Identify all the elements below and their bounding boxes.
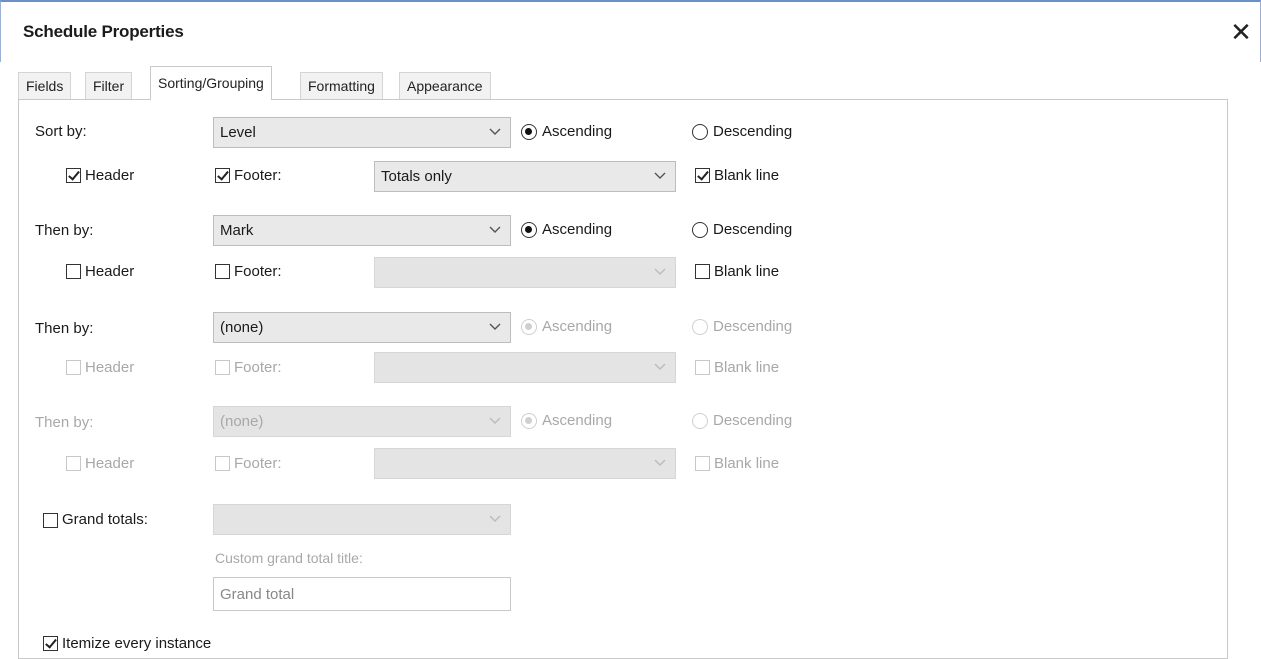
tab-appearance[interactable]: Appearance	[399, 72, 491, 99]
then-by-3-label: Then by:	[35, 414, 94, 431]
sort-by-blank-line-checkbox[interactable]	[695, 168, 710, 183]
chevron-down-icon	[488, 319, 502, 333]
then-by-1-blank-line-checkbox[interactable]	[695, 264, 710, 279]
chevron-down-icon	[653, 168, 667, 182]
sort-by-footer-checkbox[interactable]	[215, 168, 230, 183]
sorting-grouping-panel: Sort by: Level Ascending Descending Head…	[18, 99, 1228, 659]
tab-filter[interactable]: Filter	[85, 72, 133, 99]
itemize-every-instance-checkbox[interactable]	[43, 636, 58, 651]
sort-by-footer-value: Totals only	[381, 168, 452, 185]
chevron-down-icon	[653, 455, 667, 469]
custom-grand-total-title-input[interactable]	[214, 578, 510, 610]
sort-by-label: Sort by:	[35, 123, 87, 140]
grand-totals-label: Grand totals:	[62, 511, 148, 528]
then-by-1-ascending-radio[interactable]	[521, 222, 537, 238]
tab-sorting-grouping[interactable]: Sorting/Grouping	[150, 66, 272, 100]
then-by-1-footer-label: Footer:	[234, 263, 282, 280]
then-by-2-descending-label: Descending	[713, 318, 793, 335]
sort-by-header-label: Header	[85, 167, 135, 184]
sort-by-blank-line-label: Blank line	[714, 167, 780, 184]
then-by-2-header-label: Header	[85, 359, 135, 376]
tab-formatting[interactable]: Formatting	[300, 72, 383, 99]
title-bar: Schedule Properties ✕	[0, 0, 1261, 62]
then-by-3-blank-line-checkbox	[695, 456, 710, 471]
sort-by-descending-radio[interactable]	[692, 124, 708, 140]
sort-by-ascending-label: Ascending	[542, 123, 613, 140]
sort-by-header-checkbox[interactable]	[66, 168, 81, 183]
then-by-2-label: Then by:	[35, 320, 94, 337]
sort-by-field-value: Level	[220, 124, 256, 141]
then-by-3-field-dropdown: (none)	[213, 406, 511, 437]
then-by-2-field-value: (none)	[220, 319, 264, 336]
then-by-1-footer-dropdown	[374, 257, 676, 288]
then-by-2-footer-label: Footer:	[234, 359, 282, 376]
then-by-3-field-value: (none)	[220, 413, 264, 430]
then-by-1-ascending-label: Ascending	[542, 221, 613, 238]
grand-totals-dropdown	[213, 504, 511, 535]
chevron-down-icon	[653, 359, 667, 373]
then-by-3-ascending-label: Ascending	[542, 412, 613, 429]
then-by-3-descending-radio	[692, 413, 708, 429]
then-by-1-footer-checkbox[interactable]	[215, 264, 230, 279]
chevron-down-icon	[488, 511, 502, 525]
then-by-1-header-checkbox[interactable]	[66, 264, 81, 279]
then-by-2-footer-checkbox	[215, 360, 230, 375]
then-by-3-header-label: Header	[85, 455, 135, 472]
then-by-2-field-dropdown[interactable]: (none)	[213, 312, 511, 343]
close-icon[interactable]: ✕	[1223, 14, 1259, 50]
then-by-1-descending-radio[interactable]	[692, 222, 708, 238]
then-by-3-footer-checkbox	[215, 456, 230, 471]
sort-by-footer-dropdown[interactable]: Totals only	[374, 161, 676, 192]
then-by-3-footer-label: Footer:	[234, 455, 282, 472]
then-by-3-ascending-radio	[521, 413, 537, 429]
chevron-down-icon	[488, 222, 502, 236]
itemize-every-instance-label: Itemize every instance	[62, 635, 212, 652]
sort-by-descending-label: Descending	[713, 123, 793, 140]
chevron-down-icon	[653, 264, 667, 278]
then-by-2-header-checkbox	[66, 360, 81, 375]
then-by-1-descending-label: Descending	[713, 221, 793, 238]
then-by-3-header-checkbox	[66, 456, 81, 471]
then-by-1-header-label: Header	[85, 263, 135, 280]
grand-totals-checkbox[interactable]	[43, 513, 58, 528]
custom-grand-total-title-label: Custom grand total title:	[215, 550, 363, 566]
then-by-3-footer-dropdown	[374, 448, 676, 479]
then-by-1-label: Then by:	[35, 222, 94, 239]
dialog-title: Schedule Properties	[23, 22, 184, 41]
chevron-down-icon	[488, 124, 502, 138]
then-by-2-descending-radio	[692, 319, 708, 335]
then-by-2-blank-line-label: Blank line	[714, 359, 780, 376]
chevron-down-icon	[488, 413, 502, 427]
then-by-2-footer-dropdown	[374, 352, 676, 383]
sort-by-ascending-radio[interactable]	[521, 124, 537, 140]
sort-by-field-dropdown[interactable]: Level	[213, 117, 511, 148]
then-by-1-field-value: Mark	[220, 222, 254, 239]
then-by-3-blank-line-label: Blank line	[714, 455, 780, 472]
sort-by-footer-label: Footer:	[234, 167, 282, 184]
then-by-3-descending-label: Descending	[713, 412, 793, 429]
then-by-1-field-dropdown[interactable]: Mark	[213, 215, 511, 246]
then-by-2-ascending-radio	[521, 319, 537, 335]
then-by-2-ascending-label: Ascending	[542, 318, 613, 335]
tab-fields[interactable]: Fields	[18, 72, 72, 99]
then-by-2-blank-line-checkbox	[695, 360, 710, 375]
tab-strip: Fields Filter Sorting/Grouping Formattin…	[18, 66, 1228, 100]
custom-grand-total-title-field[interactable]	[213, 577, 511, 611]
then-by-1-blank-line-label: Blank line	[714, 263, 780, 280]
